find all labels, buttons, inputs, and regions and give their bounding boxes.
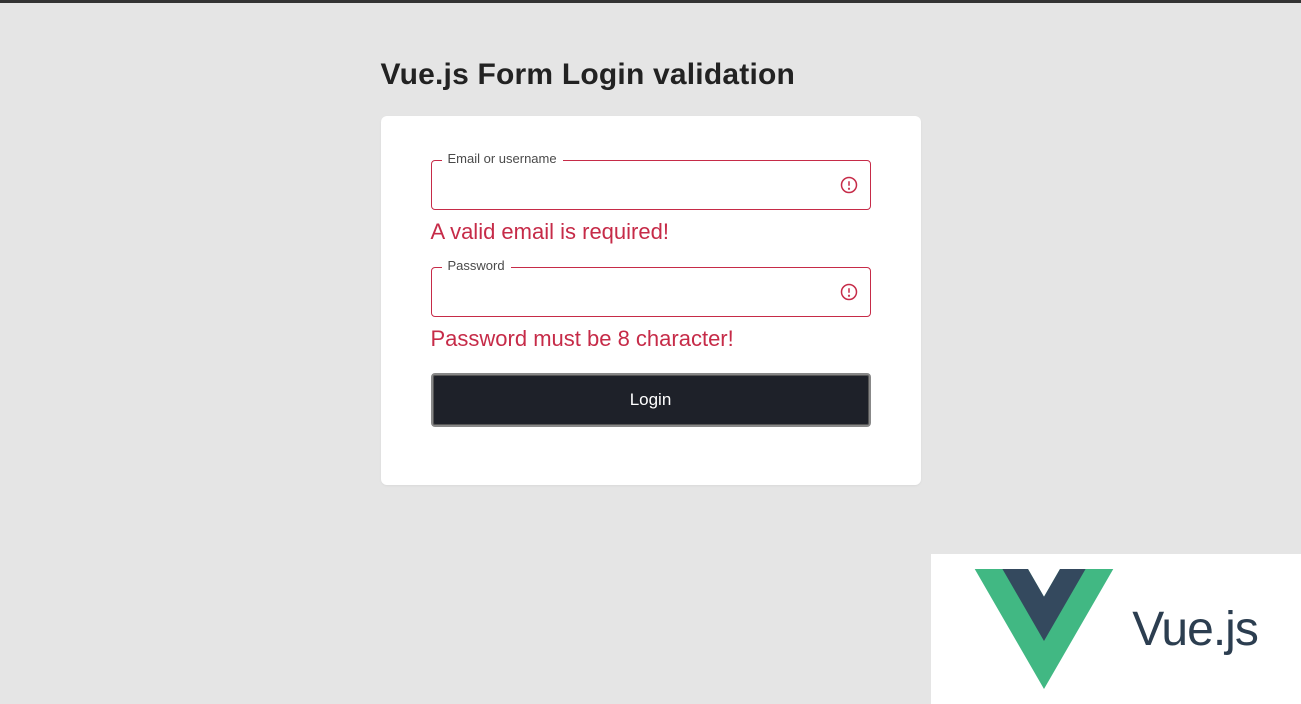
vue-logo-text: Vue.js: [1132, 602, 1258, 657]
password-field-wrapper: Password: [431, 267, 871, 317]
email-field-wrapper: Email or username: [431, 160, 871, 210]
login-button[interactable]: Login: [431, 373, 871, 427]
login-card: Email or username A valid email is requi…: [381, 116, 921, 485]
alert-icon: [840, 283, 858, 301]
email-error-text: A valid email is required!: [431, 218, 871, 247]
alert-icon: [840, 176, 858, 194]
password-label: Password: [442, 258, 511, 273]
content-wrap: Vue.js Form Login validation Email or us…: [381, 58, 921, 485]
page-root: Vue.js Form Login validation Email or us…: [0, 58, 1301, 704]
email-field-group: Email or username A valid email is requi…: [431, 160, 871, 247]
vue-logo-icon: [974, 569, 1114, 689]
vue-badge: Vue.js: [931, 554, 1301, 704]
page-title: Vue.js Form Login validation: [381, 58, 921, 92]
email-input[interactable]: [446, 176, 830, 194]
password-input[interactable]: [446, 283, 830, 301]
password-field-group: Password Password must be 8 character!: [431, 267, 871, 354]
email-label: Email or username: [442, 151, 563, 166]
password-error-text: Password must be 8 character!: [431, 325, 871, 354]
